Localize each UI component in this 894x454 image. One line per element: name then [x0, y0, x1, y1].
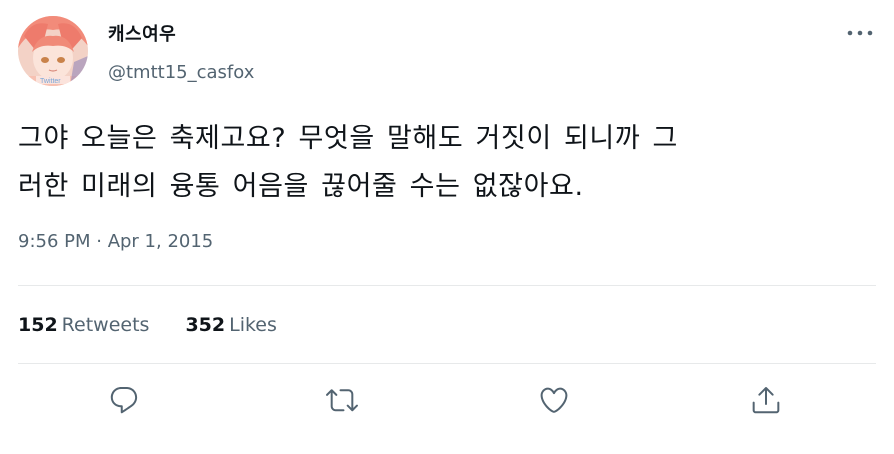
avatar[interactable]: Twitter — [18, 16, 88, 86]
likes-count: 352 — [185, 314, 226, 336]
divider — [18, 363, 876, 364]
tweet-text-line: 그야 오늘은 축제고요? 무엇을 말해도 거짓이 되니까 그 — [18, 123, 678, 154]
svg-text:Twitter: Twitter — [40, 78, 61, 85]
avatar-image: Twitter — [18, 16, 88, 86]
likes-stat[interactable]: 352 Likes — [185, 313, 276, 337]
tweet-timestamp[interactable]: 9:56 PM · Apr 1, 2015 — [18, 231, 213, 253]
display-name[interactable]: 캐스여우 — [108, 24, 176, 46]
divider — [18, 285, 876, 286]
tweet-stats: 152 Retweets 352 Likes — [18, 313, 277, 337]
retweet-icon — [326, 389, 358, 412]
reply-icon — [110, 386, 138, 414]
retweet-button[interactable] — [324, 382, 360, 418]
likes-label: Likes — [229, 314, 277, 336]
heart-icon — [540, 387, 568, 413]
tweet-text: 그야 오늘은 축제고요? 무엇을 말해도 거짓이 되니까 그 러한 미래의 융통… — [18, 115, 878, 211]
more-options-button[interactable] — [840, 18, 880, 48]
like-button[interactable] — [536, 382, 572, 418]
retweets-label: Retweets — [61, 314, 150, 336]
user-handle[interactable]: @tmtt15_casfox — [108, 62, 254, 84]
reply-button[interactable] — [106, 382, 142, 418]
retweets-count: 152 — [18, 314, 58, 336]
share-icon — [752, 387, 780, 414]
share-button[interactable] — [748, 382, 784, 418]
tweet-detail: Twitter 캐스여우 @tmtt15_casfox 그야 오늘은 축제고요?… — [0, 0, 894, 454]
tweet-text-line: 러한 미래의 융통 어음을 끊어줄 수는 없잖아요. — [18, 171, 584, 202]
retweets-stat[interactable]: 152 Retweets — [18, 313, 149, 337]
more-icon — [847, 30, 873, 36]
